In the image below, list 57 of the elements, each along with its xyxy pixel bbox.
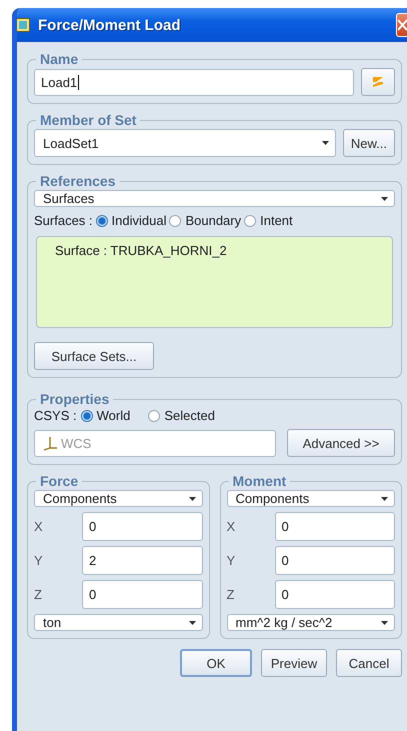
- window-title: Force/Moment Load: [38, 16, 182, 34]
- csys-label: CSYS :: [34, 408, 77, 423]
- new-button[interactable]: New...: [342, 129, 395, 157]
- close-button[interactable]: [396, 13, 407, 37]
- radio-button[interactable]: [96, 214, 108, 226]
- radio-label: Boundary: [185, 213, 242, 228]
- radio-label: World: [96, 408, 130, 423]
- type-dropdown[interactable]: Components: [34, 490, 202, 507]
- axis-label: Z: [226, 587, 236, 602]
- reference-type-dropdown[interactable]: Surfaces: [34, 190, 395, 207]
- group-legend: Properties: [36, 391, 114, 407]
- surface-sets-button[interactable]: Surface Sets...: [34, 342, 154, 370]
- dropdown-arrow-icon: [322, 141, 329, 145]
- set-dropdown[interactable]: LoadSet1: [34, 129, 336, 157]
- dropdown-arrow-icon: [188, 620, 196, 624]
- swirl-icon: [371, 76, 385, 88]
- dropdown-arrow-icon: [381, 196, 388, 200]
- group-legend: Name: [36, 51, 82, 67]
- coordinate-axes-icon: [41, 436, 59, 450]
- dropdown-arrow-icon: [381, 496, 388, 500]
- value-field[interactable]: 0: [274, 580, 395, 609]
- dropdown-arrow-icon: [381, 620, 388, 624]
- type-dropdown[interactable]: Components: [226, 490, 395, 507]
- axis-label: X: [226, 519, 236, 534]
- list-item[interactable]: Surface : TRUBKA_HORNI_2: [55, 243, 392, 258]
- reference-list[interactable]: Surface : TRUBKA_HORNI_2: [36, 236, 393, 328]
- axis-label: Y: [226, 553, 236, 568]
- advanced-button[interactable]: Advanced >>: [287, 429, 395, 457]
- radio-label: Intent: [260, 213, 293, 228]
- dialog-button[interactable]: OK: [180, 649, 252, 677]
- radio-label: Selected: [164, 408, 215, 423]
- value-field[interactable]: 0: [274, 512, 395, 541]
- value-field[interactable]: 0: [274, 546, 395, 575]
- auto-name-button[interactable]: [361, 68, 395, 96]
- radio-button[interactable]: [80, 410, 93, 422]
- radio-button[interactable]: [244, 214, 256, 226]
- radio-label: Individual: [112, 213, 166, 228]
- group-legend: Force: [36, 473, 82, 489]
- group-legend: References: [36, 173, 120, 189]
- value-field[interactable]: 0: [82, 512, 202, 541]
- dialog-button[interactable]: Preview: [261, 649, 327, 677]
- unit-dropdown[interactable]: mm^2 kg / sec^2: [226, 614, 395, 631]
- axis-label: Y: [34, 553, 44, 568]
- group-legend: Moment: [228, 473, 290, 489]
- value-field[interactable]: 2: [82, 546, 202, 575]
- dropdown-arrow-icon: [188, 496, 196, 500]
- axis-label: Z: [34, 587, 43, 602]
- mode-label: Surfaces :: [34, 213, 93, 228]
- dialog-button[interactable]: Cancel: [336, 649, 402, 677]
- axis-label: X: [34, 519, 44, 534]
- name-field[interactable]: Load1: [34, 68, 354, 96]
- window-icon: [17, 18, 30, 32]
- unit-dropdown[interactable]: ton: [34, 614, 202, 631]
- radio-button[interactable]: [148, 410, 160, 422]
- value-field[interactable]: 0: [82, 580, 202, 609]
- group-legend: Member of Set: [36, 112, 140, 128]
- radio-button[interactable]: [169, 214, 182, 226]
